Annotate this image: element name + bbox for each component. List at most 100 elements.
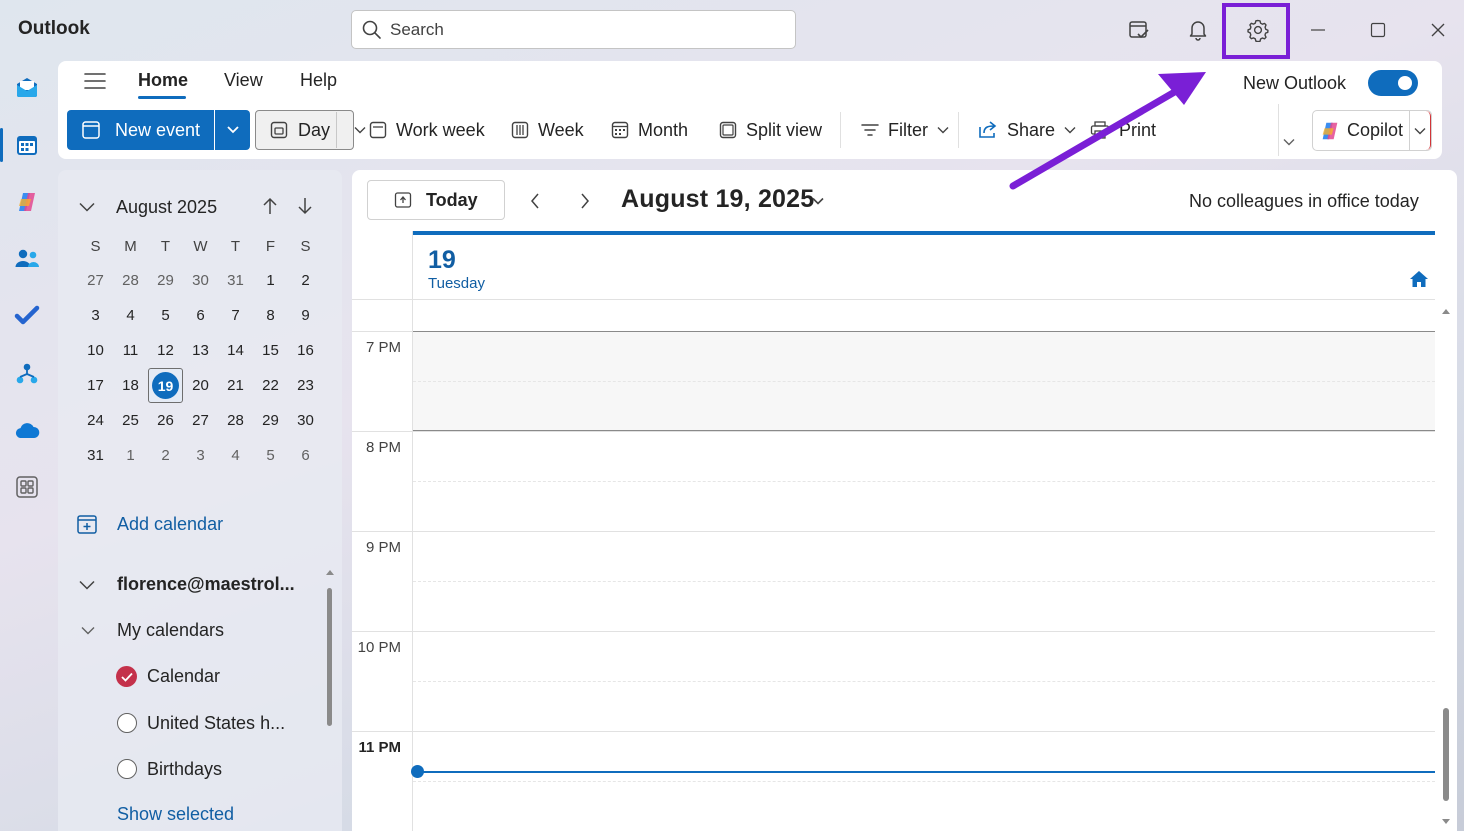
mini-calendar-day[interactable]: 17 — [78, 368, 113, 403]
chevron-down-icon[interactable] — [809, 192, 827, 210]
close-icon[interactable] — [1416, 10, 1460, 50]
chevron-down-icon[interactable] — [76, 196, 98, 218]
org-explorer-icon[interactable] — [6, 353, 48, 395]
calendar-item-calendar[interactable]: Calendar — [147, 666, 220, 687]
my-day-icon[interactable] — [1117, 10, 1161, 50]
week-button[interactable]: Week — [511, 110, 584, 150]
mini-calendar-day[interactable]: 6 — [288, 438, 323, 473]
onedrive-icon[interactable] — [6, 410, 48, 452]
scroll-down-arrow-icon[interactable] — [1442, 819, 1450, 825]
mini-calendar-day[interactable]: 3 — [78, 298, 113, 333]
search-input[interactable] — [390, 19, 770, 40]
work-week-button[interactable]: Work week — [369, 110, 485, 150]
filter-button[interactable]: Filter — [861, 110, 949, 150]
mini-calendar-day[interactable]: 9 — [288, 298, 323, 333]
chevron-down-icon[interactable] — [76, 574, 98, 596]
todo-icon[interactable] — [6, 295, 48, 337]
new-event-button[interactable]: New event — [67, 110, 214, 150]
calendar-unchecked-icon[interactable] — [117, 713, 137, 733]
calendar-item-birthdays[interactable]: Birthdays — [147, 759, 222, 780]
month-button[interactable]: Month — [611, 110, 688, 150]
mini-calendar-day[interactable]: 10 — [78, 333, 113, 368]
mini-calendar-day[interactable]: 28 — [113, 263, 148, 298]
mini-calendar-day[interactable]: 16 — [288, 333, 323, 368]
copilot-icon[interactable] — [6, 181, 48, 223]
my-calendars-group[interactable]: My calendars — [117, 620, 224, 641]
add-calendar-link[interactable]: Add calendar — [117, 514, 223, 535]
scroll-up-arrow-icon[interactable] — [1442, 308, 1450, 314]
mini-calendar-day[interactable]: 4 — [218, 438, 253, 473]
mini-calendar-day[interactable]: 6 — [183, 298, 218, 333]
mini-calendar-day[interactable]: 27 — [78, 263, 113, 298]
split-view-button[interactable]: Split view — [719, 110, 822, 150]
chevron-down-icon[interactable] — [78, 620, 98, 640]
mini-calendar-day[interactable]: 29 — [148, 263, 183, 298]
add-calendar-icon[interactable] — [74, 511, 100, 537]
mini-calendar-day[interactable]: 25 — [113, 403, 148, 438]
mini-calendar-day[interactable]: 19 — [148, 368, 183, 403]
ribbon-expand-icon[interactable] — [1279, 132, 1299, 152]
chevron-left-icon[interactable] — [524, 189, 546, 213]
mini-calendar-day[interactable]: 23 — [288, 368, 323, 403]
more-apps-icon[interactable] — [6, 466, 48, 508]
today-button[interactable]: Today — [367, 180, 505, 220]
mini-calendar-day[interactable]: 5 — [148, 298, 183, 333]
mini-calendar-day[interactable]: 4 — [113, 298, 148, 333]
scroll-up-arrow-icon[interactable] — [326, 569, 334, 575]
mini-calendar-day[interactable]: 28 — [218, 403, 253, 438]
mini-calendar-day[interactable]: 15 — [253, 333, 288, 368]
new-event-dropdown[interactable] — [215, 110, 250, 150]
calendar-scrollbar[interactable] — [1443, 708, 1449, 801]
mini-calendar-day[interactable]: 22 — [253, 368, 288, 403]
mini-calendar-day[interactable]: 24 — [78, 403, 113, 438]
maximize-icon[interactable] — [1356, 10, 1400, 50]
mini-calendar-day[interactable]: 2 — [288, 263, 323, 298]
mini-calendar-day[interactable]: 1 — [113, 438, 148, 473]
tab-home[interactable]: Home — [138, 70, 188, 91]
day-view-button[interactable]: Day — [255, 110, 366, 150]
people-icon[interactable] — [6, 238, 48, 280]
copilot-button[interactable]: Copilot — [1312, 110, 1432, 151]
minimize-icon[interactable] — [1296, 10, 1340, 50]
mini-calendar-day[interactable]: 18 — [113, 368, 148, 403]
mini-calendar-day[interactable]: 12 — [148, 333, 183, 368]
sidebar-scrollbar[interactable] — [327, 588, 332, 726]
mail-icon[interactable] — [6, 66, 48, 108]
calendar-checked-icon[interactable] — [116, 666, 137, 687]
mini-calendar-day[interactable]: 31 — [218, 263, 253, 298]
account-name[interactable]: florence@maestrol... — [117, 574, 295, 595]
new-outlook-toggle[interactable] — [1368, 70, 1418, 96]
mini-calendar-day[interactable]: 11 — [113, 333, 148, 368]
mini-calendar-day[interactable]: 3 — [183, 438, 218, 473]
mini-calendar-day[interactable]: 27 — [183, 403, 218, 438]
arrow-down-icon[interactable] — [294, 194, 316, 218]
home-icon[interactable] — [1408, 268, 1430, 290]
bell-icon[interactable] — [1176, 10, 1220, 50]
mini-calendar-day[interactable]: 7 — [218, 298, 253, 333]
calendar-item-us-holidays[interactable]: United States h... — [147, 713, 285, 734]
mini-calendar-month[interactable]: August 2025 — [116, 197, 217, 218]
show-selected-link[interactable]: Show selected — [117, 804, 234, 825]
calendar-icon[interactable] — [6, 124, 48, 166]
day-number[interactable]: 19 — [428, 246, 456, 275]
chevron-down-icon[interactable] — [1409, 111, 1431, 150]
tab-view[interactable]: View — [224, 70, 263, 91]
mini-calendar-day[interactable]: 29 — [253, 403, 288, 438]
date-title[interactable]: August 19, 2025 — [621, 185, 814, 214]
mini-calendar-day[interactable]: 1 — [253, 263, 288, 298]
mini-calendar-day[interactable]: 30 — [288, 403, 323, 438]
mini-calendar-day[interactable]: 21 — [218, 368, 253, 403]
mini-calendar-day[interactable]: 14 — [218, 333, 253, 368]
mini-calendar-day[interactable]: 5 — [253, 438, 288, 473]
mini-calendar-day[interactable]: 2 — [148, 438, 183, 473]
arrow-up-icon[interactable] — [259, 194, 281, 218]
mini-calendar-day[interactable]: 30 — [183, 263, 218, 298]
mini-calendar-day[interactable]: 13 — [183, 333, 218, 368]
search-box[interactable] — [351, 10, 796, 49]
mini-calendar-day[interactable]: 26 — [148, 403, 183, 438]
hamburger-menu-icon[interactable] — [80, 68, 110, 94]
tab-help[interactable]: Help — [300, 70, 337, 91]
chevron-right-icon[interactable] — [574, 189, 596, 213]
mini-calendar-day[interactable]: 8 — [253, 298, 288, 333]
mini-calendar-day[interactable]: 31 — [78, 438, 113, 473]
